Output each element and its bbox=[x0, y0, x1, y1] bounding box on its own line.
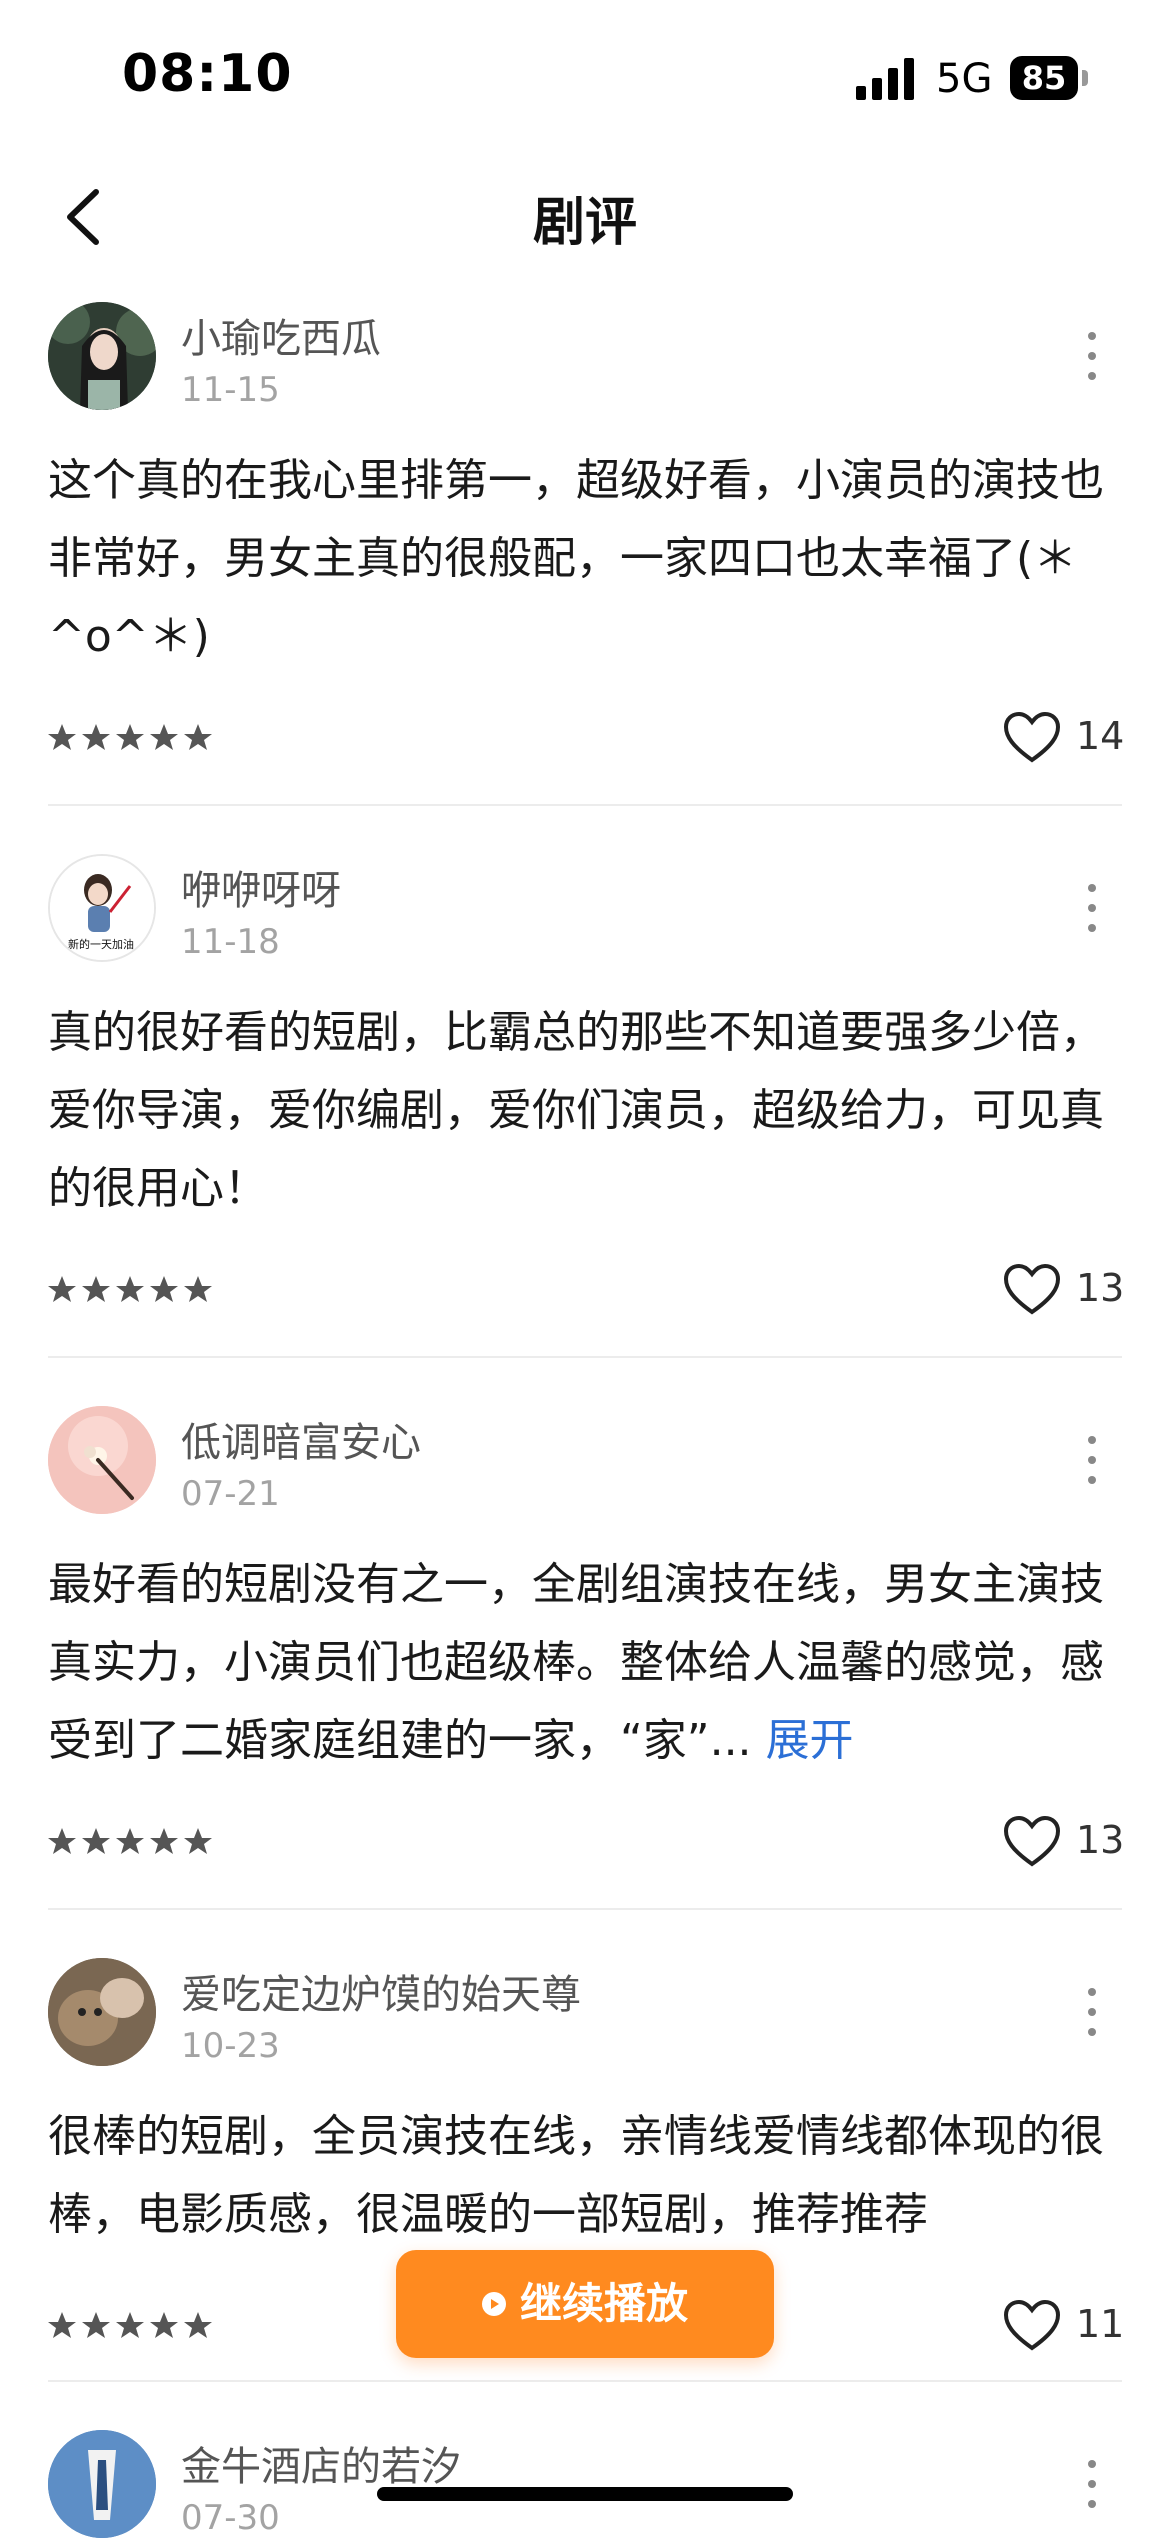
like-count: 14 bbox=[1076, 714, 1125, 758]
play-icon bbox=[481, 2291, 506, 2316]
username[interactable]: 爱吃定边炉馍的始天尊 bbox=[181, 1962, 581, 2020]
heart-icon[interactable] bbox=[1002, 1814, 1062, 1870]
review-date: 11-18 bbox=[181, 922, 280, 962]
avatar[interactable] bbox=[48, 2430, 156, 2538]
username[interactable]: 金牛酒店的若汐 bbox=[181, 2434, 461, 2492]
review-date: 07-21 bbox=[181, 1474, 280, 1514]
heart-icon[interactable] bbox=[1002, 2298, 1062, 2354]
rating-stars bbox=[48, 724, 212, 750]
avatar-caption: 新的一天加油 bbox=[68, 937, 134, 951]
signal-icon bbox=[856, 58, 914, 100]
rating-stars bbox=[48, 1828, 212, 1854]
like-count: 13 bbox=[1076, 1266, 1125, 1310]
review-text: 真的很好看的短剧，比霸总的那些不知道要强多少倍，爱你导演，爱你编剧，爱你们演员，… bbox=[48, 1007, 1104, 1214]
status-time: 08:10 bbox=[122, 44, 293, 104]
divider bbox=[48, 1356, 1122, 1358]
review-text: 很棒的短剧，全员演技在线，亲情线爱情线都体现的很棒，电影质感，很温暖的一部短剧，… bbox=[48, 2111, 1104, 2240]
heart-icon[interactable] bbox=[1002, 1262, 1062, 1318]
more-options-icon[interactable] bbox=[1080, 2460, 1104, 2520]
like-count: 11 bbox=[1076, 2302, 1125, 2346]
battery-icon: 85 bbox=[1010, 56, 1088, 100]
rating-stars bbox=[48, 1276, 212, 1302]
username[interactable]: 低调暗富安心 bbox=[181, 1410, 421, 1468]
more-options-icon[interactable] bbox=[1080, 1436, 1104, 1496]
divider bbox=[48, 1908, 1122, 1910]
avatar[interactable]: 新的一天加油 bbox=[48, 854, 156, 962]
rating-stars bbox=[48, 2312, 212, 2338]
page-title: 剧评 bbox=[532, 193, 637, 253]
username[interactable]: 咿咿呀呀 bbox=[181, 858, 341, 916]
more-options-icon[interactable] bbox=[1080, 884, 1104, 944]
review-text-content: 最好看的短剧没有之一，全剧组演技在线，男女主演技真实力，小演员们也超级棒。整体给… bbox=[48, 1559, 1104, 1766]
review-text: 最好看的短剧没有之一，全剧组演技在线，男女主演技真实力，小演员们也超级棒。整体给… bbox=[48, 1546, 1118, 1780]
continue-play-label: 继续播放 bbox=[519, 2279, 688, 2328]
divider bbox=[48, 2380, 1122, 2382]
home-indicator[interactable] bbox=[377, 2487, 793, 2501]
review-date: 10-23 bbox=[181, 2026, 280, 2066]
status-bar: 08:10 5G 85 bbox=[0, 0, 1170, 150]
divider bbox=[48, 804, 1122, 806]
like-count: 13 bbox=[1076, 1818, 1125, 1862]
network-type: 5G bbox=[936, 56, 993, 102]
avatar[interactable] bbox=[48, 1406, 156, 1514]
more-options-icon[interactable] bbox=[1080, 332, 1104, 392]
continue-play-button[interactable]: 继续播放 bbox=[396, 2250, 774, 2358]
username[interactable]: 小瑜吃西瓜 bbox=[181, 306, 381, 364]
review-text: 这个真的在我心里排第一，超级好看，小演员的演技也非常好，男女主真的很般配，一家四… bbox=[48, 455, 1104, 662]
nav-bar: 剧评 bbox=[0, 160, 1170, 270]
review-date: 07-30 bbox=[181, 2498, 280, 2538]
battery-level: 85 bbox=[1010, 56, 1078, 100]
heart-icon[interactable] bbox=[1002, 710, 1062, 766]
avatar[interactable] bbox=[48, 1958, 156, 2066]
avatar[interactable] bbox=[48, 302, 156, 410]
expand-link[interactable]: 展开 bbox=[766, 1715, 854, 1766]
more-options-icon[interactable] bbox=[1080, 1988, 1104, 2048]
review-date: 11-15 bbox=[181, 370, 280, 410]
